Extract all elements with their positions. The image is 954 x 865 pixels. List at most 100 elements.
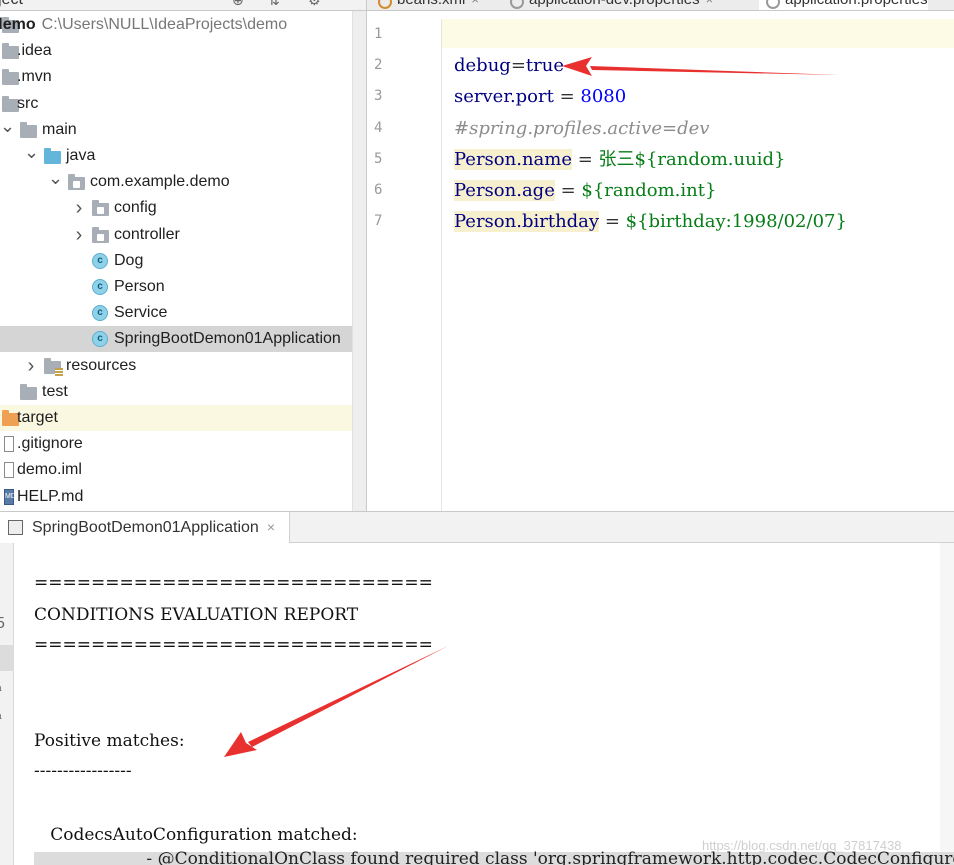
console-toolbar-button[interactable]: 5	[0, 615, 5, 633]
spring-boot-class-icon: c	[92, 331, 108, 348]
console-toolbar: 5 a a	[0, 543, 14, 865]
tree-item-package[interactable]: ⌄ com.example.demo	[0, 169, 366, 195]
console-horizontal-scrollbar[interactable]: - @ConditionalOnClass found required cla…	[34, 849, 954, 865]
console-toolbar-button[interactable]: a	[0, 711, 2, 722]
code-token: debug	[454, 55, 511, 76]
chevron-down-icon[interactable]: ⌄	[48, 169, 63, 195]
code-token: ${random.uuid}	[634, 149, 786, 170]
tree-item-gitignore[interactable]: .gitignore	[0, 431, 366, 457]
tree-item-label: Service	[114, 304, 168, 322]
line-number: 5	[374, 151, 383, 167]
tree-item-config[interactable]: › config	[0, 195, 366, 221]
gear-icon[interactable]: ⚙	[308, 0, 321, 9]
code-line[interactable]: Person.age = ${random.int}	[454, 179, 716, 203]
close-icon[interactable]: ×	[706, 0, 714, 7]
tab-label: application-dev.properties	[529, 0, 700, 8]
code-line[interactable]: debug=true	[454, 54, 564, 78]
class-icon: c	[92, 305, 108, 322]
tree-item-label: test	[42, 382, 68, 400]
xml-file-icon	[378, 0, 392, 9]
tab-application-properties[interactable]: application.properties	[759, 0, 928, 10]
resources-folder-icon	[44, 357, 63, 376]
code-token: =	[572, 149, 599, 170]
code-token: ${random.int}	[581, 180, 717, 201]
tree-item-resources[interactable]: › resources	[0, 353, 366, 379]
tree-item-label: SpringBootDemon01Application	[114, 330, 341, 348]
tree-item-label: config	[114, 199, 157, 217]
chevron-right-icon[interactable]: ›	[72, 222, 86, 248]
chevron-down-icon[interactable]: ⌄	[0, 117, 15, 143]
code-line[interactable]: #spring.profiles.active=dev	[454, 117, 709, 141]
tree-item-dog[interactable]: c Dog	[0, 248, 366, 274]
run-panel-header: SpringBootDemon01Application ×	[0, 512, 954, 543]
close-icon[interactable]: ×	[267, 519, 275, 535]
console-toolbar-button[interactable]: a	[0, 683, 2, 694]
tree-item-label: HELP.md	[17, 487, 84, 505]
line-number: 2	[374, 57, 383, 73]
code-line[interactable]: Person.name = 张三${random.uuid}	[454, 148, 785, 172]
line-number-gutter: 1 2 3 4 5 6 7	[367, 19, 442, 511]
run-config-icon	[8, 520, 23, 535]
tree-item-label: .idea	[17, 42, 52, 60]
tree-item-controller[interactable]: › controller	[0, 222, 366, 248]
tab-label: application.properties	[785, 0, 928, 8]
tree-item-label: src	[17, 94, 39, 112]
code-token: true	[525, 55, 564, 76]
folder-icon	[20, 383, 37, 400]
code-token: 8080	[580, 86, 627, 107]
tree-scrollbar[interactable]	[352, 11, 366, 511]
tree-item-idea[interactable]: .idea	[0, 38, 366, 64]
source-folder-icon	[44, 148, 61, 164]
chevron-right-icon[interactable]: ›	[72, 195, 86, 221]
tree-item-main[interactable]: ⌄ main	[0, 117, 366, 143]
code-token: =	[553, 86, 581, 107]
tree-item-target[interactable]: target	[0, 405, 366, 431]
code-token: Person.birthday	[454, 211, 600, 232]
tree-item-demo[interactable]: demoC:\Users\NULL\IdeaProjects\demo	[0, 12, 366, 38]
code-line[interactable]: Person.birthday = ${birthday:1998/02/07}	[454, 210, 847, 234]
console-toolbar-button[interactable]	[0, 645, 14, 671]
chevron-right-icon[interactable]: ›	[24, 353, 38, 379]
tree-item-label: controller	[114, 225, 180, 243]
tree-item-label: com.example.demo	[90, 173, 230, 191]
console-line: CodecsAutoConfiguration matched:	[34, 825, 358, 845]
run-tab-label: SpringBootDemon01Application	[32, 519, 259, 536]
tab-beans-xml[interactable]: beans.xml ×	[371, 0, 479, 10]
tree-item-application[interactable]: c SpringBootDemon01Application	[0, 326, 352, 353]
tree-item-person[interactable]: c Person	[0, 274, 366, 300]
collapse-icon[interactable]: ⇅	[268, 0, 280, 9]
watermark: https://blog.csdn.net/qq_37817438	[702, 838, 902, 853]
tree-item-mvn[interactable]: .mvn	[0, 64, 366, 90]
code-token: ${birthday:1998/02/07}	[625, 211, 847, 232]
line-number: 7	[374, 213, 383, 229]
code-token: server.port	[454, 86, 554, 107]
tree-item-label: Dog	[114, 251, 144, 269]
chevron-down-icon[interactable]: ⌄	[24, 143, 39, 169]
tree-item-label: target	[17, 409, 58, 426]
class-icon: c	[92, 279, 108, 295]
tree-item-help-md[interactable]: MD HELP.md	[0, 484, 366, 510]
tree-item-demo-iml[interactable]: demo.iml	[0, 457, 366, 483]
tree-item-test[interactable]: test	[0, 379, 366, 405]
code-token: #spring.profiles.active=dev	[454, 118, 710, 139]
properties-file-icon	[766, 0, 780, 9]
tree-item-src[interactable]: src	[0, 91, 366, 117]
locate-icon[interactable]: ⊕	[232, 0, 244, 9]
console-vertical-scrollbar[interactable]	[940, 543, 954, 852]
tree-item-label: .gitignore	[17, 435, 83, 453]
package-icon	[92, 226, 109, 243]
tree-item-label: Person	[114, 278, 165, 295]
tree-item-java[interactable]: ⌄ java	[0, 143, 366, 169]
project-panel: ject ⊕ ⇅ ⚙ demoC:\Users\NULL\IdeaProject…	[0, 0, 366, 511]
run-tab-application[interactable]: SpringBootDemon01Application ×	[0, 512, 290, 543]
properties-file-icon	[510, 0, 524, 9]
close-icon[interactable]: ×	[471, 0, 479, 7]
code-token: =	[510, 55, 526, 76]
tree-item-label: demoC:\Users\NULL\IdeaProjects\demo	[0, 16, 288, 33]
tree-item-label: demo.iml	[17, 461, 82, 479]
tab-application-dev-properties[interactable]: application-dev.properties ×	[503, 0, 714, 10]
code-token: Person.name	[454, 149, 572, 170]
code-line[interactable]: server.port = 8080	[454, 85, 626, 109]
tree-item-service[interactable]: c Service	[0, 300, 366, 326]
console-line: ============================	[34, 573, 433, 593]
